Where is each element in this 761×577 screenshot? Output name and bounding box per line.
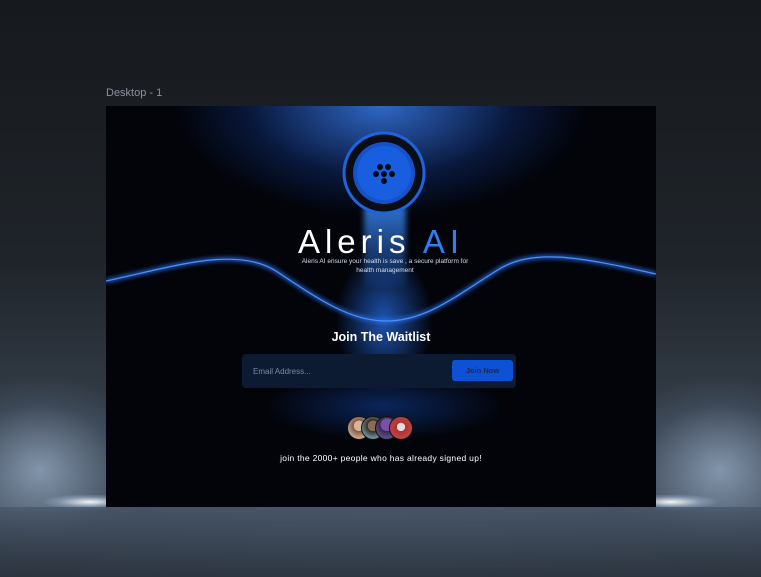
- brand-logo-icon: [342, 131, 426, 215]
- email-input[interactable]: [246, 358, 446, 384]
- background-light-left: [0, 470, 106, 510]
- waitlist-form: Join Now: [242, 354, 516, 388]
- join-now-button[interactable]: Join Now: [452, 360, 513, 381]
- brand-tagline: Aleris AI ensure your health is save , a…: [301, 258, 469, 274]
- signup-count-text: join the 2000+ people who has already si…: [280, 453, 482, 463]
- brand-name-accent: AI: [422, 223, 465, 260]
- frame-label: Desktop - 1: [106, 87, 163, 99]
- brand-title: Aleris AI: [106, 223, 656, 261]
- avatar: [389, 416, 413, 440]
- desktop-frame: Aleris AI Aleris AI ensure your health i…: [106, 106, 656, 507]
- waitlist-heading: Join The Waitlist: [331, 330, 431, 344]
- background-light-right: [655, 470, 761, 510]
- brand-name: Aleris: [297, 223, 411, 260]
- avatar-group: [347, 416, 413, 444]
- background-floor: [0, 507, 761, 577]
